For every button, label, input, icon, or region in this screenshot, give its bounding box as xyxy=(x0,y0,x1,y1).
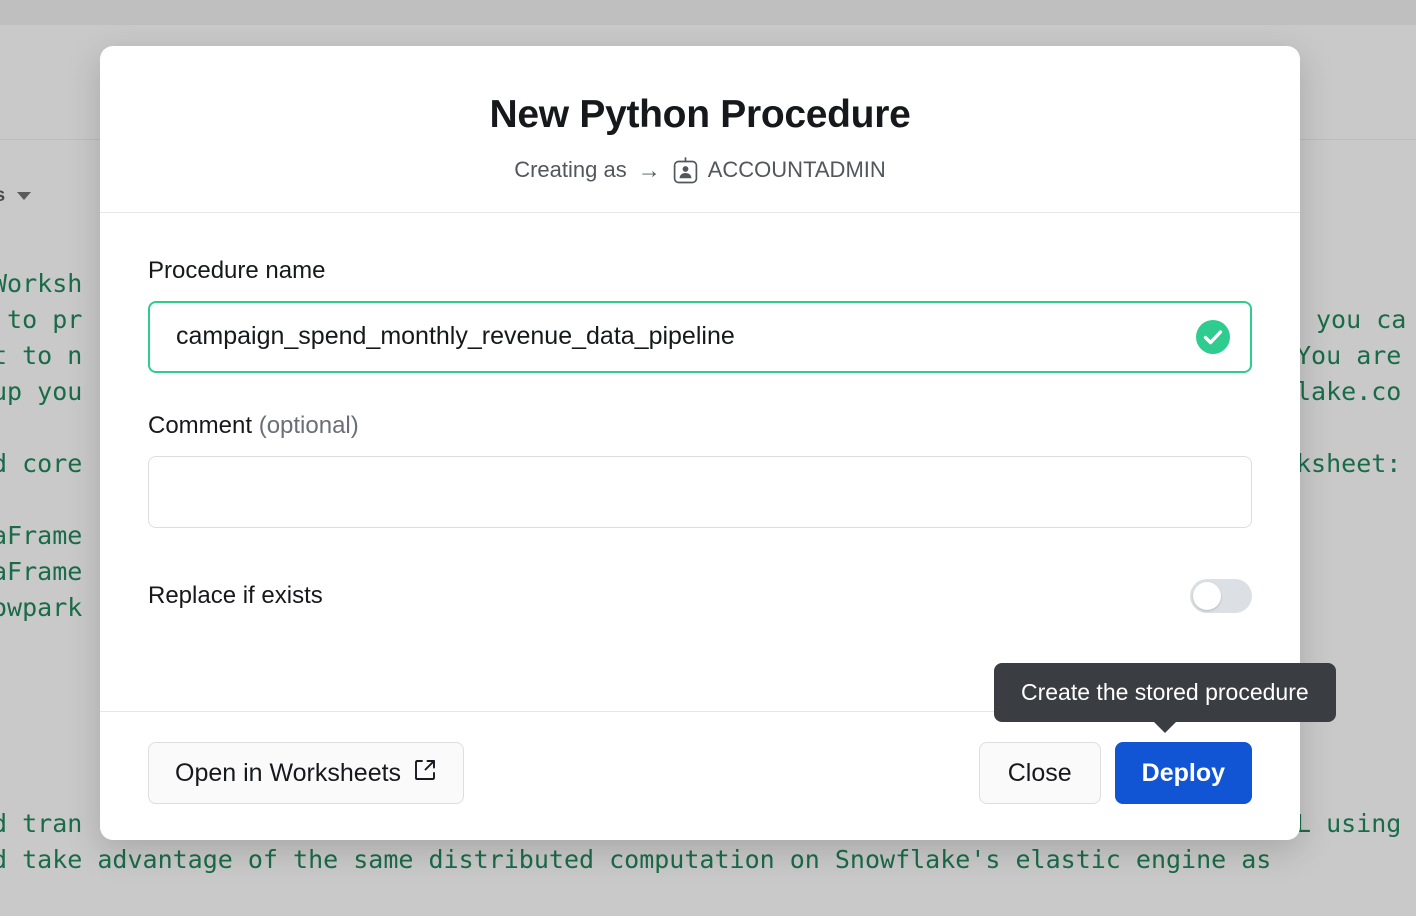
code-line: lake.co xyxy=(1296,374,1401,410)
comment-label: Comment (optional) xyxy=(148,412,1252,440)
tooltip-arrow-icon xyxy=(1153,721,1177,733)
page-title: New Python Procedure xyxy=(100,93,1300,138)
creating-as-label: Creating as xyxy=(514,157,627,183)
dialog-header: New Python Procedure Creating as → ACCOU… xyxy=(100,46,1300,213)
code-line: aFrame xyxy=(0,554,82,590)
procedure-name-label: Procedure name xyxy=(148,257,1252,285)
code-line: to pr xyxy=(0,302,82,338)
chevron-down-icon xyxy=(17,192,31,200)
code-line: ksheet: xyxy=(1296,446,1401,482)
code-line: d tran xyxy=(0,806,82,842)
app-topbar xyxy=(0,0,1416,25)
check-circle-icon xyxy=(1196,320,1230,354)
code-line: Worksh xyxy=(0,266,82,302)
footer-actions: Close Deploy xyxy=(979,742,1252,804)
deploy-tooltip: Create the stored procedure xyxy=(994,663,1336,722)
replace-if-exists-row: Replace if exists xyxy=(148,579,1252,613)
procedure-name-input-wrap xyxy=(148,301,1252,373)
comment-label-optional: (optional) xyxy=(259,412,359,439)
open-in-worksheets-button[interactable]: Open in Worksheets xyxy=(148,742,464,804)
open-in-worksheets-label: Open in Worksheets xyxy=(175,759,401,788)
dialog-footer: Open in Worksheets Close Deploy xyxy=(100,711,1300,840)
comment-input[interactable] xyxy=(148,456,1252,528)
deploy-button[interactable]: Deploy xyxy=(1115,742,1252,804)
replace-if-exists-toggle[interactable] xyxy=(1190,579,1252,613)
procedure-name-input[interactable] xyxy=(148,301,1252,373)
dialog-body: Procedure name Comment (optional) Re xyxy=(100,213,1300,711)
replace-if-exists-label: Replace if exists xyxy=(148,582,323,610)
arrow-right-icon: → xyxy=(638,157,661,184)
id-badge-icon xyxy=(673,157,698,184)
code-line: owpark xyxy=(0,590,82,626)
packages-dropdown[interactable]: ges xyxy=(0,185,31,207)
new-python-procedure-dialog: New Python Procedure Creating as → ACCOU… xyxy=(100,46,1300,840)
code-line: t to n xyxy=(0,338,82,374)
code-line: aFrame xyxy=(0,518,82,554)
code-line: up you xyxy=(0,374,82,410)
comment-field-group: Comment (optional) xyxy=(148,412,1252,533)
creating-as-row: Creating as → ACCOUNTADMIN xyxy=(100,157,1300,184)
code-line: L using xyxy=(1296,806,1401,842)
code-line: d core xyxy=(0,446,82,482)
procedure-name-field-group: Procedure name xyxy=(148,257,1252,373)
current-role: ACCOUNTADMIN xyxy=(708,157,886,183)
deploy-tooltip-text: Create the stored procedure xyxy=(1021,679,1309,705)
close-button[interactable]: Close xyxy=(979,742,1101,804)
comment-label-text: Comment xyxy=(148,412,252,439)
code-line: d take advantage of the same distributed… xyxy=(0,842,1271,878)
packages-dropdown-label: ges xyxy=(0,185,5,207)
code-line: You are xyxy=(1296,338,1401,374)
toggle-knob xyxy=(1193,582,1221,610)
code-line: you ca xyxy=(1316,302,1406,338)
external-link-icon xyxy=(413,758,437,789)
